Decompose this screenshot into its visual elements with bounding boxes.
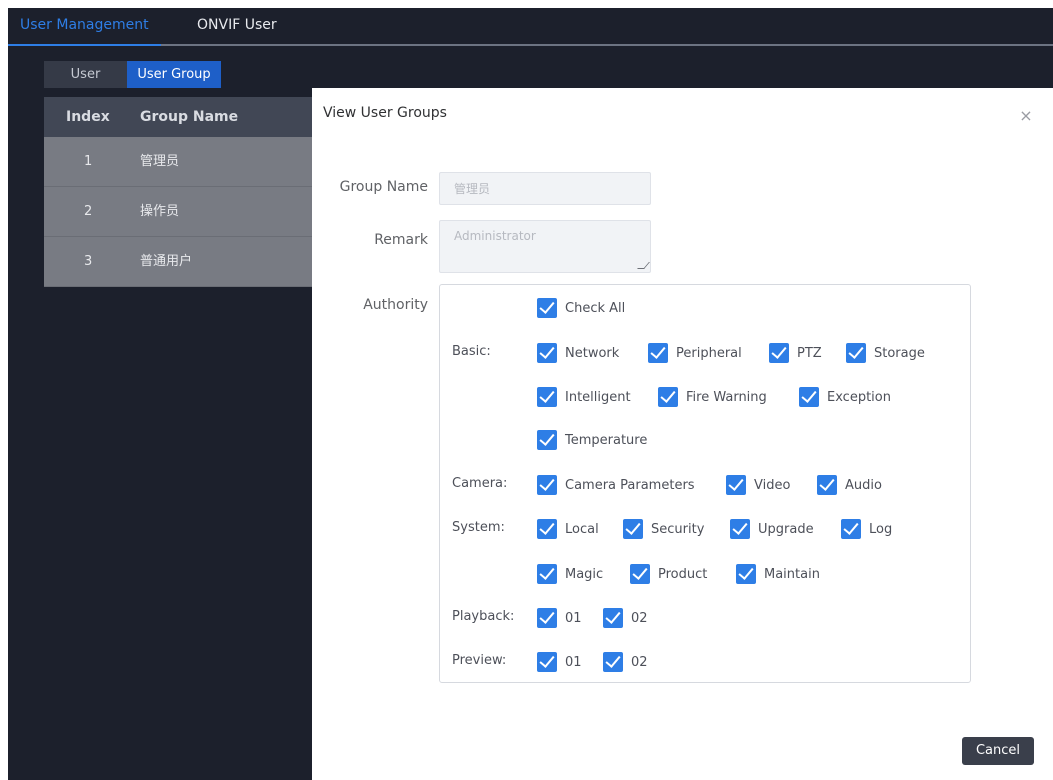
table-row[interactable]: 2 操作员 <box>44 187 321 237</box>
checkbox-product[interactable]: Product <box>630 563 707 585</box>
row-index: 3 <box>84 254 93 269</box>
category-system-label: System: <box>452 520 505 535</box>
subtab-user-group[interactable]: User Group <box>127 61 221 88</box>
checkbox-peripheral[interactable]: Peripheral <box>648 342 742 364</box>
view-user-groups-dialog: View User Groups × Group Name 管理员 Remark… <box>312 88 1053 780</box>
table-row[interactable]: 3 普通用户 <box>44 237 321 287</box>
close-icon[interactable]: × <box>1018 108 1034 124</box>
table-row[interactable]: 1 管理员 <box>44 137 321 187</box>
checkbox-checked-icon <box>537 387 557 407</box>
checkbox-local[interactable]: Local <box>537 518 599 540</box>
user-group-table: Index Group Name 1 管理员 2 操作员 3 普通用户 <box>44 97 321 287</box>
checkbox-checked-icon <box>537 430 557 450</box>
checkbox-checked-icon <box>648 343 668 363</box>
checkbox-checked-icon <box>736 564 756 584</box>
checkbox-network[interactable]: Network <box>537 342 619 364</box>
checkbox-maintain[interactable]: Maintain <box>736 563 820 585</box>
checkbox-audio[interactable]: Audio <box>817 474 882 496</box>
category-basic-label: Basic: <box>452 344 491 359</box>
tab-onvif-user[interactable]: ONVIF User <box>197 17 277 33</box>
checkbox-fire-warning[interactable]: Fire Warning <box>658 386 767 408</box>
remark-value: Administrator <box>454 229 536 243</box>
row-index: 2 <box>84 204 93 219</box>
top-tab-bar: User Management ONVIF User <box>8 8 1053 46</box>
row-group-name: 管理员 <box>140 154 180 169</box>
tab-user-management[interactable]: User Management <box>20 17 149 33</box>
category-camera-label: Camera: <box>452 476 508 491</box>
checkbox-intelligent[interactable]: Intelligent <box>537 386 631 408</box>
checkbox-checked-icon <box>623 519 643 539</box>
checkbox-checked-icon <box>537 608 557 628</box>
checkbox-preview-02[interactable]: 02 <box>603 651 648 673</box>
checkbox-upgrade[interactable]: Upgrade <box>730 518 814 540</box>
category-playback-label: Playback: <box>452 609 515 624</box>
checkbox-checked-icon <box>630 564 650 584</box>
checkbox-playback-02[interactable]: 02 <box>603 607 648 629</box>
checkbox-log[interactable]: Log <box>841 518 892 540</box>
subtab-user[interactable]: User <box>44 61 127 88</box>
checkbox-checked-icon <box>537 298 557 318</box>
checkbox-checked-icon <box>537 475 557 495</box>
checkbox-checked-icon <box>846 343 866 363</box>
active-tab-indicator <box>8 44 161 46</box>
checkbox-checked-icon <box>537 564 557 584</box>
resize-handle-icon[interactable] <box>637 262 650 269</box>
column-header-group-name: Group Name <box>140 109 239 125</box>
checkbox-checked-icon <box>603 652 623 672</box>
checkbox-checked-icon <box>537 519 557 539</box>
remark-textarea[interactable]: Administrator <box>439 220 651 273</box>
checkbox-video[interactable]: Video <box>726 474 790 496</box>
cancel-button[interactable]: Cancel <box>962 737 1034 765</box>
checkbox-ptz[interactable]: PTZ <box>769 342 822 364</box>
checkbox-magic[interactable]: Magic <box>537 563 603 585</box>
checkbox-checked-icon <box>769 343 789 363</box>
category-preview-label: Preview: <box>452 653 507 668</box>
authority-panel: Check All Basic: Network Peripheral PTZ … <box>439 284 971 683</box>
checkbox-security[interactable]: Security <box>623 518 704 540</box>
row-group-name: 普通用户 <box>140 254 193 269</box>
row-group-name: 操作员 <box>140 204 180 219</box>
checkbox-checked-icon <box>841 519 861 539</box>
row-index: 1 <box>84 154 93 169</box>
checkbox-checked-icon <box>537 652 557 672</box>
checkbox-checked-icon <box>603 608 623 628</box>
checkbox-checked-icon <box>537 343 557 363</box>
checkbox-checked-icon <box>817 475 837 495</box>
dialog-title: View User Groups <box>323 105 447 121</box>
authority-label: Authority <box>363 297 428 313</box>
checkbox-checked-icon <box>658 387 678 407</box>
table-header: Index Group Name <box>44 97 321 137</box>
group-name-label: Group Name <box>339 179 428 195</box>
checkbox-playback-01[interactable]: 01 <box>537 607 582 629</box>
checkbox-check-all[interactable]: Check All <box>537 297 625 319</box>
checkbox-temperature[interactable]: Temperature <box>537 429 647 451</box>
screen: User Management ONVIF User User User Gro… <box>0 0 1053 780</box>
group-name-value: 管理员 <box>454 182 491 196</box>
group-name-field[interactable]: 管理员 <box>439 172 651 205</box>
checkbox-exception[interactable]: Exception <box>799 386 891 408</box>
checkbox-checked-icon <box>730 519 750 539</box>
checkbox-preview-01[interactable]: 01 <box>537 651 582 673</box>
checkbox-storage[interactable]: Storage <box>846 342 925 364</box>
remark-label: Remark <box>374 232 428 248</box>
column-header-index: Index <box>66 109 110 125</box>
checkbox-camera-parameters[interactable]: Camera Parameters <box>537 474 695 496</box>
checkbox-checked-icon <box>799 387 819 407</box>
checkbox-checked-icon <box>726 475 746 495</box>
